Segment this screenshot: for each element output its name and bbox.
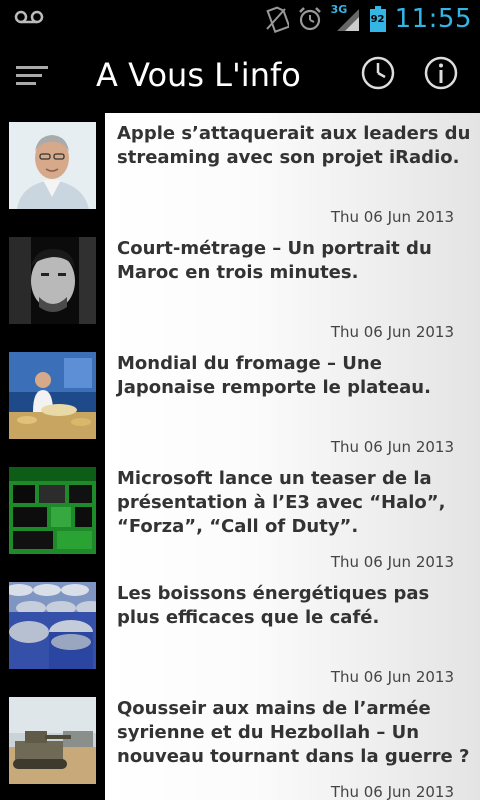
status-bar: 3G 92 11:55 — [0, 0, 480, 38]
news-item[interactable]: Les boissons énergétiques pas plus effic… — [0, 573, 480, 688]
news-headline: Court-métrage – Un portrait du Maroc en … — [117, 238, 432, 283]
thumbnail-frame — [0, 113, 105, 228]
news-content: Les boissons énergétiques pas plus effic… — [105, 573, 480, 688]
news-date: Thu 06 Jun 2013 — [330, 553, 454, 571]
news-item[interactable]: Qousseir aux mains de l’armée syrienne e… — [0, 688, 480, 800]
news-list: Apple s’attaquerait aux leaders du strea… — [0, 113, 480, 800]
news-headline: Microsoft lance un teaser de la présenta… — [117, 468, 446, 537]
news-date: Thu 06 Jun 2013 — [330, 208, 454, 226]
news-headline: Mondial du fromage – Une Japonaise rempo… — [117, 353, 431, 398]
news-thumbnail-cans — [9, 582, 96, 669]
news-content: Qousseir aux mains de l’armée syrienne e… — [105, 688, 480, 800]
voicemail-icon — [14, 10, 44, 24]
news-item[interactable]: Apple s’attaquerait aux leaders du strea… — [0, 113, 480, 228]
thumbnail-frame — [0, 688, 105, 800]
news-item[interactable]: Microsoft lance un teaser de la présenta… — [0, 458, 480, 573]
thumbnail-frame — [0, 458, 105, 573]
battery-icon: 92 — [369, 6, 387, 32]
news-thumbnail-tank — [9, 697, 96, 784]
alarm-icon — [298, 7, 321, 31]
news-item[interactable]: Court-métrage – Un portrait du Maroc en … — [0, 228, 480, 343]
news-thumbnail-cheese — [9, 352, 96, 439]
news-thumbnail-portrait — [9, 122, 96, 209]
menu-icon[interactable] — [16, 64, 50, 88]
news-date: Thu 06 Jun 2013 — [330, 783, 454, 800]
signal-icon: 3G — [331, 3, 361, 33]
app-title: A Vous L'info — [96, 56, 301, 94]
thumbnail-frame — [0, 343, 105, 458]
news-content: Mondial du fromage – Une Japonaise rempo… — [105, 343, 480, 458]
info-icon[interactable] — [423, 55, 459, 91]
news-thumbnail-xbox — [9, 467, 96, 554]
status-time: 11:55 — [394, 4, 472, 34]
clock-icon[interactable] — [360, 55, 396, 91]
news-headline: Apple s’attaquerait aux leaders du strea… — [117, 123, 471, 168]
action-bar: A Vous L'info — [0, 38, 480, 113]
news-date: Thu 06 Jun 2013 — [330, 323, 454, 341]
news-thumbnail-face — [9, 237, 96, 324]
thumbnail-frame — [0, 573, 105, 688]
news-content: Court-métrage – Un portrait du Maroc en … — [105, 228, 480, 343]
news-headline: Les boissons énergétiques pas plus effic… — [117, 583, 430, 628]
news-date: Thu 06 Jun 2013 — [330, 668, 454, 686]
battery-level: 92 — [370, 14, 385, 25]
news-item[interactable]: Mondial du fromage – Une Japonaise rempo… — [0, 343, 480, 458]
news-content: Microsoft lance un teaser de la présenta… — [105, 458, 480, 573]
news-date: Thu 06 Jun 2013 — [330, 438, 454, 456]
thumbnail-frame — [0, 228, 105, 343]
news-headline: Qousseir aux mains de l’armée syrienne e… — [117, 698, 470, 767]
news-content: Apple s’attaquerait aux leaders du strea… — [105, 113, 480, 228]
no-sim-icon — [265, 6, 289, 33]
